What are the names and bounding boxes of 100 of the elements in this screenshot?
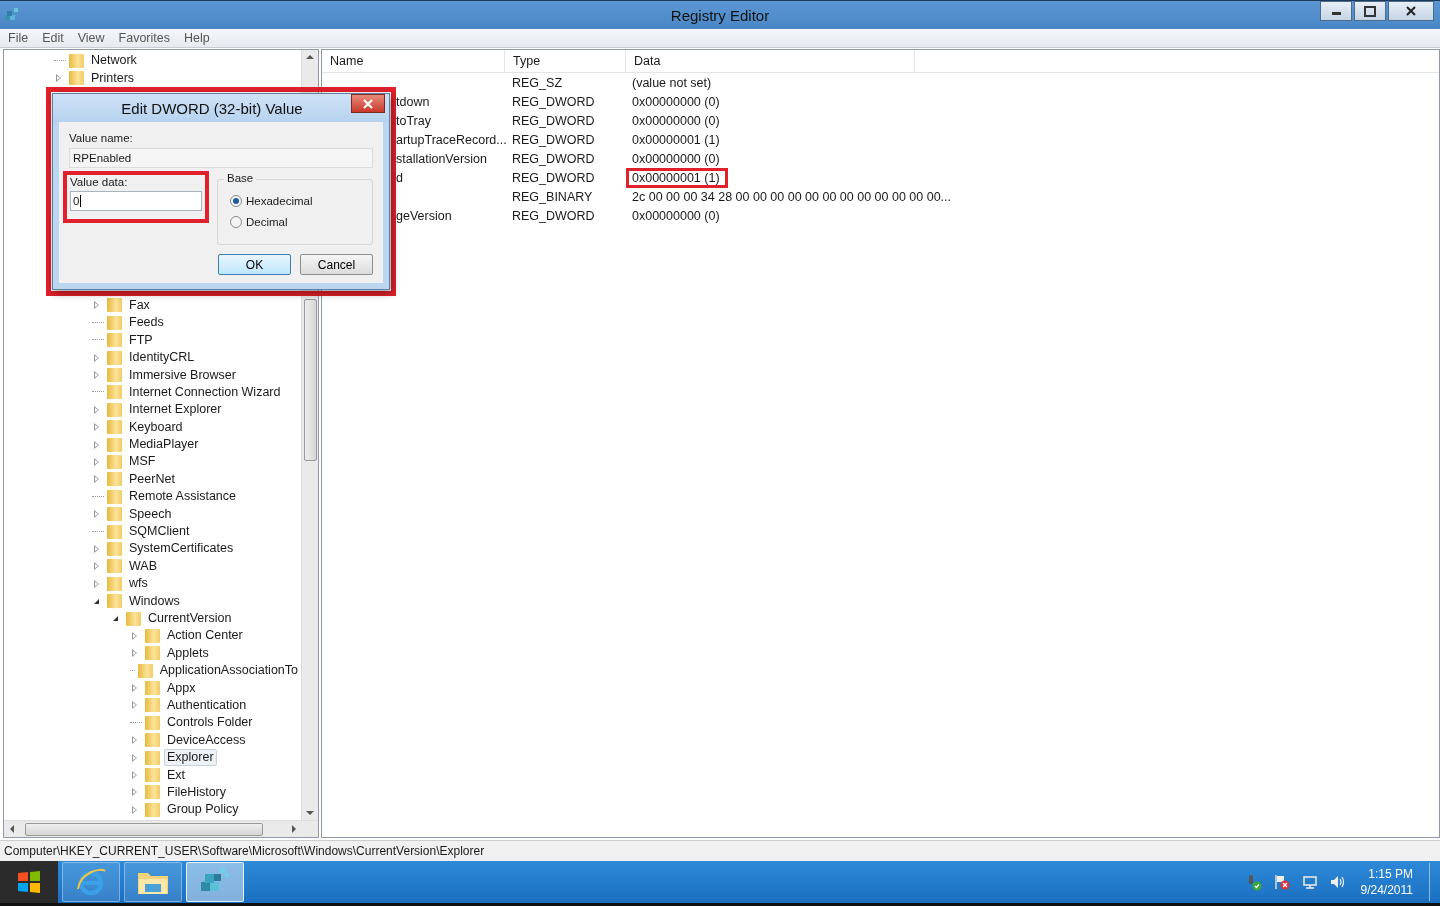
expand-icon[interactable] — [56, 74, 61, 83]
tree-item[interactable]: Fax — [126, 296, 153, 314]
tree-item[interactable]: wfs — [126, 575, 151, 593]
expand-icon[interactable] — [132, 684, 137, 693]
menu-item[interactable]: File — [8, 31, 29, 45]
expand-icon[interactable] — [94, 371, 99, 380]
folder-icon — [145, 750, 160, 765]
folder-icon — [107, 315, 122, 330]
tree-item[interactable]: DeviceAccess — [164, 731, 249, 749]
tree-item[interactable]: Network — [88, 52, 140, 70]
tree-item[interactable]: Windows — [126, 592, 183, 610]
expand-icon[interactable] — [132, 771, 137, 779]
radio-button[interactable] — [230, 215, 242, 228]
value-data: 0x00000000 (0) — [631, 207, 721, 225]
tree-item[interactable]: PeerNet — [126, 470, 178, 488]
tree-connector — [130, 669, 135, 672]
tree-item[interactable]: Applets — [164, 644, 212, 662]
tree-item[interactable]: Speech — [126, 505, 175, 523]
expand-icon[interactable] — [94, 562, 99, 571]
folder-icon — [69, 71, 84, 86]
tree-item[interactable]: Explorer — [164, 749, 217, 767]
radio-label[interactable]: Decimal — [246, 215, 288, 228]
tree-connector — [92, 391, 104, 394]
expand-icon[interactable] — [94, 579, 99, 588]
value-data-field[interactable]: 0 — [70, 191, 202, 211]
folder-icon — [107, 298, 122, 313]
tree-item[interactable]: Internet Connection Wizard — [126, 383, 284, 401]
registry-cubes-icon — [4, 7, 20, 23]
cancel-button[interactable]: Cancel — [300, 254, 373, 275]
folder-icon — [107, 402, 122, 417]
tree-connector — [92, 321, 104, 324]
tree-item[interactable]: Immersive Browser — [126, 366, 239, 384]
tree-item[interactable]: Ext — [164, 766, 189, 784]
tree-item[interactable]: Appx — [164, 679, 199, 697]
expand-icon[interactable] — [132, 805, 137, 814]
tree-item[interactable]: Printers — [88, 69, 138, 87]
tree-item[interactable]: Remote Assistance — [126, 488, 239, 506]
expand-icon[interactable] — [94, 458, 99, 466]
expand-icon[interactable] — [132, 788, 137, 797]
menu-item[interactable]: View — [77, 31, 105, 45]
value-data: 0x00000001 (1) — [626, 167, 728, 188]
close-button[interactable] — [351, 94, 385, 113]
taskbar-app[interactable] — [124, 862, 182, 902]
tree-item[interactable]: ApplicationAssociationTo — [156, 662, 301, 680]
tree-item[interactable]: FTP — [126, 331, 156, 349]
folder-icon — [69, 53, 84, 68]
value-name-field[interactable]: RPEnabled — [69, 148, 373, 168]
menu-item[interactable]: Help — [184, 31, 210, 45]
tree-item[interactable]: Internet Explorer — [126, 401, 225, 419]
expand-icon[interactable] — [132, 631, 137, 640]
start-button[interactable] — [0, 861, 58, 903]
tree-item[interactable]: CurrentVersion — [145, 610, 235, 627]
tree-item[interactable]: Controls Folder — [164, 714, 256, 732]
tree-item[interactable]: Keyboard — [126, 418, 186, 436]
tree-item[interactable]: MediaPlayer — [126, 436, 202, 454]
expand-icon[interactable] — [132, 736, 137, 745]
tree-item[interactable]: Action Center — [164, 627, 246, 645]
expand-icon[interactable] — [94, 353, 99, 362]
tree-item[interactable]: SQMClient — [126, 523, 193, 541]
expand-icon[interactable] — [94, 544, 99, 553]
expand-icon[interactable] — [94, 423, 99, 432]
ok-button[interactable]: OK — [218, 254, 291, 275]
column-header[interactable]: Type — [505, 50, 626, 72]
folder-icon — [107, 385, 122, 400]
expand-icon[interactable] — [94, 440, 99, 449]
close-button[interactable] — [1388, 1, 1434, 21]
tree-item[interactable]: Authentication — [164, 696, 250, 714]
folder-icon — [137, 663, 153, 678]
expand-icon[interactable] — [94, 301, 99, 310]
collapse-icon[interactable] — [113, 616, 118, 621]
tree-item[interactable]: IdentityCRL — [126, 349, 198, 367]
close-icon — [1406, 6, 1416, 16]
tree-item[interactable]: SystemCertificates — [126, 540, 237, 558]
menu-item[interactable]: Edit — [42, 31, 64, 45]
value-type: REG_DWORD — [512, 208, 595, 223]
expand-icon[interactable] — [94, 475, 99, 484]
expand-icon[interactable] — [94, 405, 99, 414]
expand-icon[interactable] — [132, 753, 137, 762]
tree-item[interactable]: FileHistory — [164, 783, 230, 801]
tree-item[interactable]: Group Policy — [164, 801, 242, 819]
menu-item[interactable]: Favorites — [118, 31, 170, 45]
expand-icon[interactable] — [94, 510, 99, 519]
tree-item[interactable]: Feeds — [126, 314, 167, 332]
column-header[interactable]: Data — [626, 50, 915, 72]
tree-item[interactable]: WAB — [126, 557, 160, 575]
horizontal-scrollbar[interactable] — [4, 820, 318, 837]
tree-item[interactable]: MSF — [126, 453, 159, 471]
tree-connector — [130, 721, 142, 724]
column-header[interactable]: Name — [322, 50, 505, 72]
clock-date[interactable]: 9/24/2011 — [1360, 882, 1413, 898]
radio-label[interactable]: Hexadecimal — [246, 194, 313, 207]
expand-icon[interactable] — [132, 649, 137, 658]
collapse-icon[interactable] — [94, 598, 99, 604]
tree-connector — [92, 339, 104, 342]
restore-button[interactable] — [1354, 1, 1386, 21]
radio-button[interactable] — [230, 194, 242, 207]
clock-time[interactable]: 1:15 PM — [1368, 866, 1413, 882]
expand-icon[interactable] — [132, 701, 137, 710]
minimize-button[interactable] — [1320, 1, 1352, 21]
taskbar-app[interactable] — [186, 862, 244, 902]
